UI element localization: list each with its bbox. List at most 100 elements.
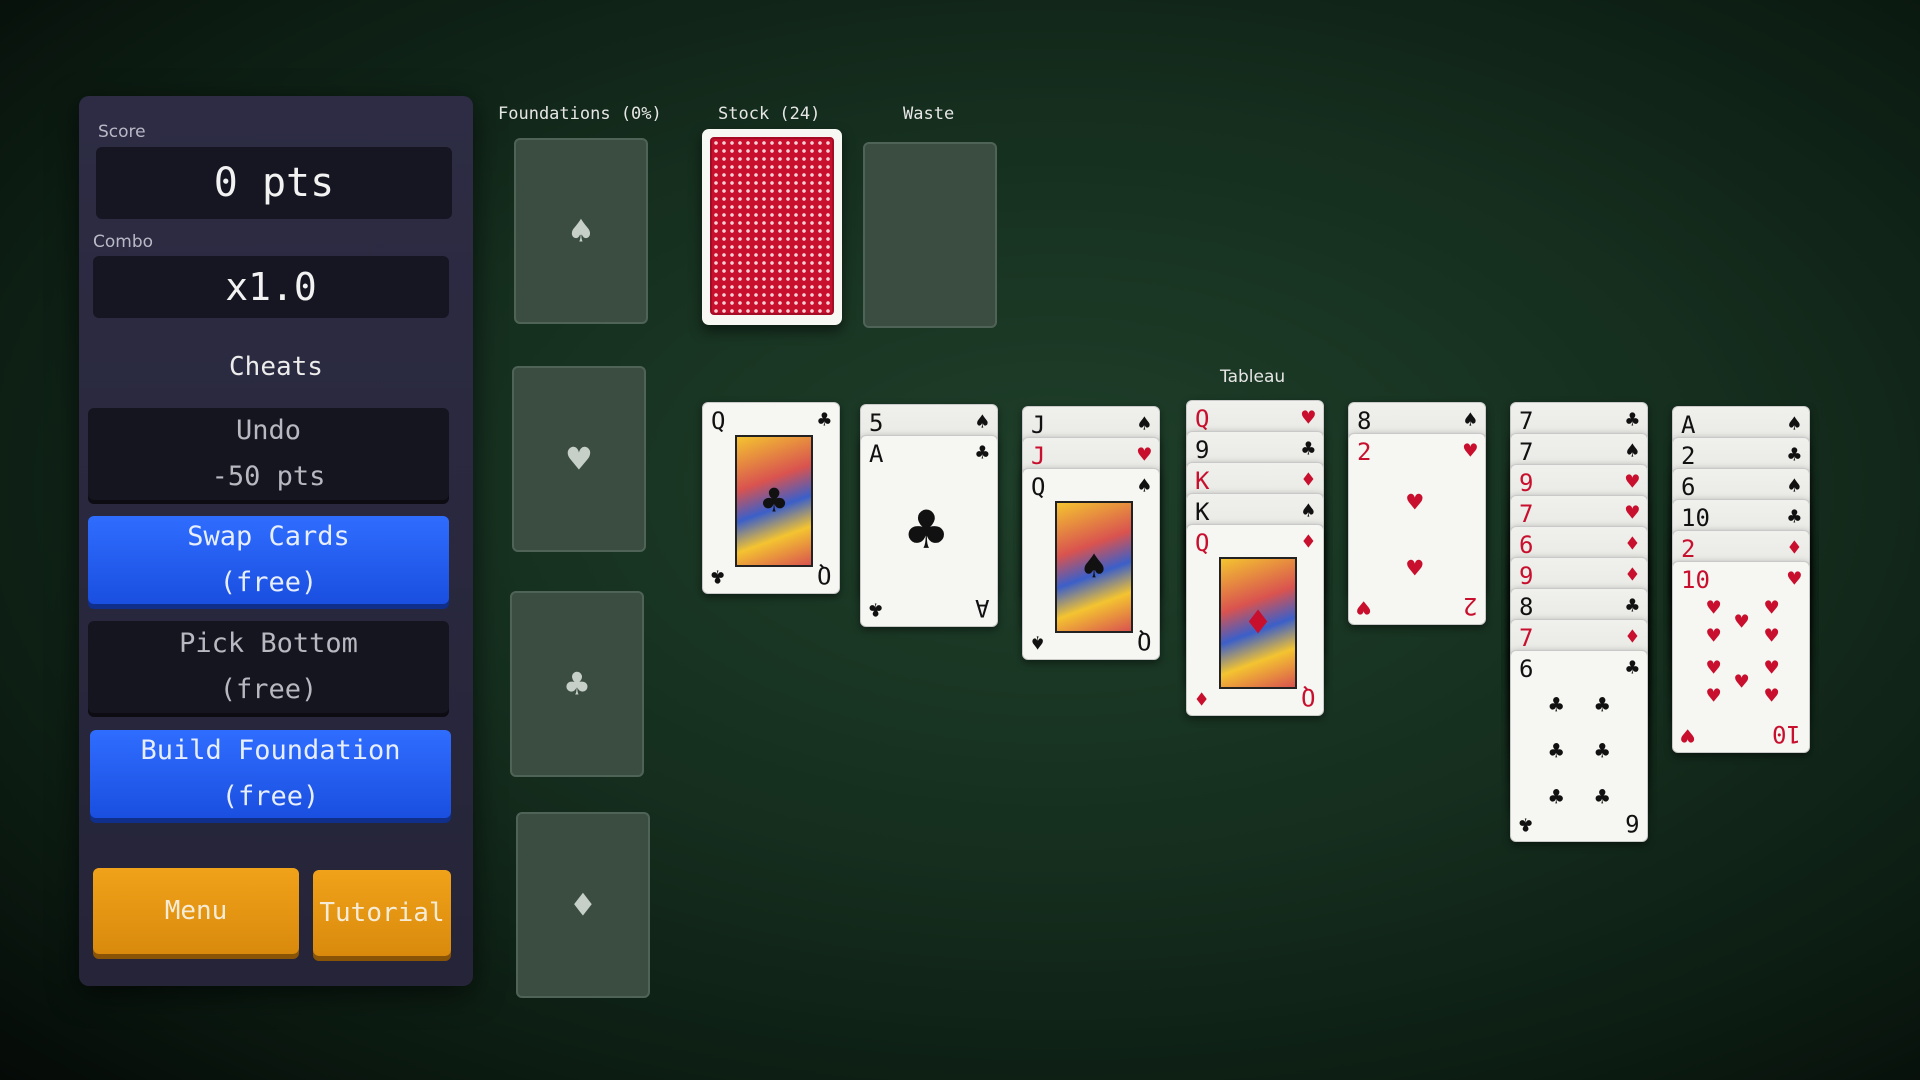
card-rank: 2 <box>1681 442 1696 470</box>
card-pip-icon: ♥ <box>1765 596 1779 621</box>
card-suit-icon: ♠ <box>975 410 989 435</box>
card-rank: Q <box>1195 405 1210 433</box>
card-pip-icon: ♣ <box>907 494 946 568</box>
card-pip-icon: ♥ <box>1707 596 1721 621</box>
card-pip-icon: ♥ <box>1735 610 1749 635</box>
tutorial-button[interactable]: Tutorial <box>313 870 451 956</box>
control-panel: Score 0 pts Combo x1.0 Cheats Undo -50 p… <box>79 96 473 986</box>
card-rank: 2 <box>1357 438 1372 466</box>
card-pip-icon: ♥ <box>1735 670 1749 695</box>
card-suit-icon: ♣ <box>1625 656 1639 681</box>
card-suit-icon: ♦ <box>1625 532 1639 557</box>
waste-label: Waste <box>903 104 955 124</box>
card-rank-bottom: 2 <box>1462 592 1477 620</box>
card-suit-icon: ♠ <box>1137 412 1151 437</box>
card-pip-icon: ♣ <box>1595 737 1610 765</box>
card-suit-icon: ♥ <box>1787 567 1801 592</box>
card-suit-icon: ♠ <box>1463 408 1477 433</box>
card-rank: 8 <box>1519 593 1534 621</box>
card-rank: 10 <box>1681 504 1710 532</box>
card-suit-icon-bottom: ♣ <box>1519 811 1533 836</box>
card-suit-icon: ♠ <box>1301 499 1315 524</box>
card-suit-icon: ♠ <box>1625 439 1639 464</box>
card-suit-icon-bottom: ♥ <box>1681 722 1695 747</box>
undo-button[interactable]: Undo -50 pts <box>88 408 449 500</box>
card-pip-icon: ♥ <box>1407 554 1423 584</box>
tableau-card-top[interactable]: 10 ♥ 10 ♥ ♥ ♥ ♥ ♥ ♥ ♥ ♥ ♥ ♥ ♥ <box>1672 561 1810 753</box>
card-suit-icon: ♦ <box>1301 468 1315 493</box>
card-rank: Q <box>1195 529 1210 557</box>
card-rank: 9 <box>1519 469 1534 497</box>
card-rank: 8 <box>1357 407 1372 435</box>
card-suit-icon: ♠ <box>1787 412 1801 437</box>
card-rank: Q <box>1031 473 1046 501</box>
card-pip-icon: ♥ <box>1707 656 1721 681</box>
card-suit-icon: ♦ <box>1301 530 1315 555</box>
card-suit-icon: ♥ <box>1137 443 1151 468</box>
court-card-suit-icon: ♦ <box>1245 600 1271 646</box>
tableau-card-top[interactable]: 2 ♥ 2 ♥ ♥ ♥ <box>1348 433 1486 625</box>
score-display: 0 pts <box>96 147 452 219</box>
cheats-title: Cheats <box>229 352 323 382</box>
card-pip-icon: ♣ <box>1549 691 1564 719</box>
card-pip-icon: ♥ <box>1707 624 1721 649</box>
court-card-art: ♠ <box>1055 501 1133 633</box>
score-label: Score <box>98 122 146 142</box>
build-foundation-button[interactable]: Build Foundation (free) <box>90 730 451 818</box>
menu-button[interactable]: Menu <box>93 868 299 954</box>
card-suit-icon: ♠ <box>1137 474 1151 499</box>
waste-slot[interactable] <box>863 142 997 328</box>
tableau-card-top[interactable]: Q ♠ Q ♠ ♠ <box>1022 468 1160 660</box>
card-rank: K <box>1195 498 1210 526</box>
card-rank: 7 <box>1519 500 1534 528</box>
foundations-label: Foundations (0%) <box>498 104 662 124</box>
undo-label: Undo <box>235 415 302 446</box>
card-rank: J <box>1031 442 1046 470</box>
stock-pile[interactable] <box>702 129 842 325</box>
card-suit-icon: ♦ <box>1787 536 1801 561</box>
card-rank: 6 <box>1519 531 1534 559</box>
club-icon: ♣ <box>565 662 589 706</box>
swap-cards-label: Swap Cards <box>187 521 350 552</box>
foundation-clubs-slot[interactable]: ♣ <box>510 591 644 777</box>
card-suit-icon: ♣ <box>1625 594 1639 619</box>
foundation-spades-slot[interactable]: ♠ <box>514 138 648 324</box>
card-suit-icon-bottom: ♣ <box>711 563 725 588</box>
undo-cost: -50 pts <box>211 461 326 492</box>
card-suit-icon: ♦ <box>1625 563 1639 588</box>
card-rank: Q <box>711 407 726 435</box>
card-suit-icon: ♣ <box>975 441 989 466</box>
card-pip-icon: ♣ <box>1549 783 1564 811</box>
pick-bottom-button[interactable]: Pick Bottom (free) <box>88 621 449 713</box>
tableau-card-top[interactable]: A ♣ A ♣ ♣ <box>860 435 998 627</box>
card-pip-icon: ♣ <box>1595 783 1610 811</box>
card-rank: 9 <box>1195 436 1210 464</box>
card-suit-icon: ♥ <box>1625 470 1639 495</box>
swap-cards-button[interactable]: Swap Cards (free) <box>88 516 449 604</box>
card-suit-icon: ♣ <box>1787 505 1801 530</box>
card-pip-icon: ♥ <box>1765 624 1779 649</box>
card-rank: 9 <box>1519 562 1534 590</box>
court-card-art: ♦ <box>1219 557 1297 689</box>
card-pip-icon: ♥ <box>1765 684 1779 709</box>
card-pip-icon: ♣ <box>1595 691 1610 719</box>
card-suit-icon: ♦ <box>1625 625 1639 650</box>
build-foundation-cost: (free) <box>221 781 320 812</box>
tableau-card-top[interactable]: Q ♦ Q ♦ ♦ <box>1186 524 1324 716</box>
card-rank: A <box>1681 411 1696 439</box>
card-suit-icon: ♣ <box>1625 408 1639 433</box>
card-rank: 10 <box>1681 566 1710 594</box>
card-rank-bottom: Q <box>1136 627 1151 655</box>
foundation-hearts-slot[interactable]: ♥ <box>512 366 646 552</box>
combo-display: x1.0 <box>93 256 449 318</box>
court-card-suit-icon: ♣ <box>761 478 787 524</box>
card-suit-icon: ♣ <box>1301 437 1315 462</box>
tableau-card-top[interactable]: 6 ♣ 6 ♣ ♣ ♣ ♣ ♣ ♣ ♣ <box>1510 650 1648 842</box>
foundation-diamonds-slot[interactable]: ♦ <box>516 812 650 998</box>
tableau-card-top[interactable]: Q ♣ Q ♣ ♣ <box>702 402 840 594</box>
heart-icon: ♥ <box>567 437 591 481</box>
spade-icon: ♠ <box>569 209 593 253</box>
card-suit-icon: ♥ <box>1301 406 1315 431</box>
card-suit-icon: ♣ <box>1787 443 1801 468</box>
card-suit-icon-bottom: ♠ <box>1031 629 1045 654</box>
